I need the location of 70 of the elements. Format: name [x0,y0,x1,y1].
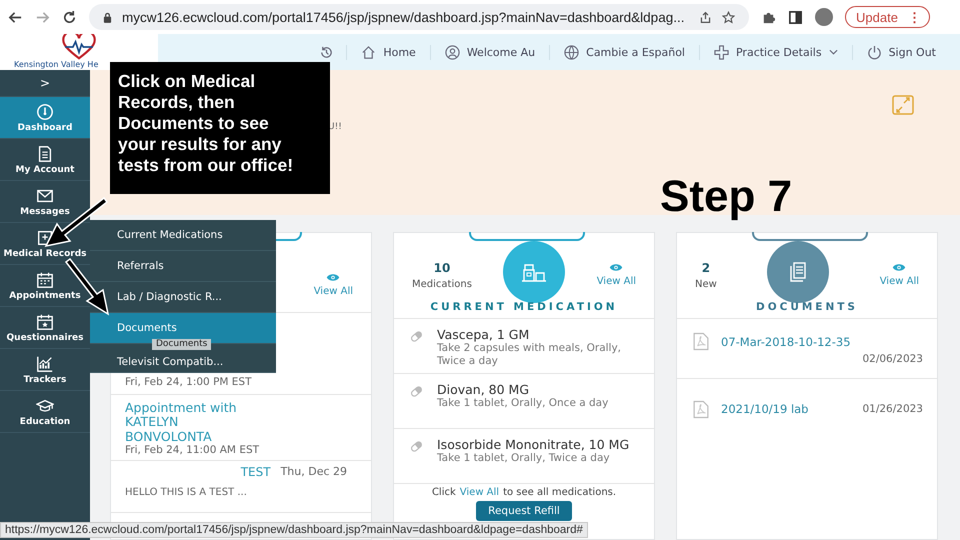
reload-icon[interactable] [62,10,77,24]
appointment-date: Fri, Feb 24, 1:00 PM EST [125,376,253,390]
medication-name: Diovan, 80 MG [437,382,530,397]
request-refill-button[interactable]: Request Refill [476,501,572,521]
view-all-link[interactable]: View All [314,272,353,296]
submenu-item[interactable]: Current Medications [90,220,276,251]
view-all-link[interactable]: View All [460,487,500,498]
pdf-file-icon [693,400,709,418]
nav-link[interactable]: Home [346,44,430,60]
update-button[interactable]: Update ⋮ [845,6,930,28]
heart-logo-icon [60,34,98,60]
medication-instructions: Take 2 capsules with meals, Orally, Twice a day [437,342,622,368]
address-bar[interactable]: mycw126.ecwcloud.com/portal17456/jsp/jspnew/dashboard.jsp?mainNav=dashboard&ldpag... [89,4,749,30]
chevron-down-icon [828,49,838,55]
eye-icon [892,263,906,272]
pdf-file-icon [693,332,709,351]
chart-icon [36,354,54,372]
document-link[interactable]: 07-Mar-2018-10-12-35 [721,334,923,348]
callout-box: Click on Medical Records, then Documents to see your results for any tests from our office! [110,62,330,194]
view-all-link[interactable]: View All [596,263,636,287]
back-icon[interactable] [8,10,23,24]
history-icon[interactable] [319,44,334,60]
card-title: DOCUMENTS [677,293,937,319]
count-label: New [695,278,717,290]
eye-icon [609,263,624,272]
medication-instructions: Take 1 tablet, Orally, Twice a day [437,452,611,466]
globe-icon [564,44,580,60]
tooltip: Documents [152,339,212,350]
user-icon [444,44,460,60]
calendar-icon [36,270,54,288]
sidebar-item[interactable]: Education [0,391,90,433]
pill-icon [410,440,423,453]
medication-name: Vascepa, 1 GM [437,327,530,342]
view-all-link[interactable]: View All [880,263,919,287]
submenu-item[interactable]: Referrals [90,251,276,282]
document-icon [36,144,54,162]
card-title: CURRENT MEDICATION [394,293,654,319]
share-icon[interactable] [699,10,712,24]
nav-link[interactable]: Practice Details [698,44,852,60]
eye-icon [326,272,340,282]
nav-link[interactable]: Cambie a Español [549,44,699,60]
nav-link[interactable]: Sign Out [852,44,950,60]
star-icon[interactable] [722,10,735,24]
power-icon [866,44,882,60]
appointment-date: Fri, Feb 24, 11:00 AM EST [125,444,260,458]
count-label: Medications [412,278,472,290]
profile-avatar[interactable] [815,8,833,26]
pill-icon [410,330,423,343]
plus-icon [714,44,729,60]
sidebar-item[interactable]: Dashboard [0,97,90,139]
document-date: 01/26/2023 [862,403,923,415]
home-icon [361,44,376,60]
practice-name: Kensington Valley He [13,60,98,69]
document-count: 2 [702,260,710,274]
medication-instructions: Take 1 tablet, Orally, Once a day [437,397,608,410]
message-date: Thu, Dec 29 [280,465,347,480]
message-preview: HELLO THIS IS A TEST ... [125,487,248,498]
step-label: Step 7 [660,172,792,222]
nav-link[interactable]: Welcome Au [430,44,550,60]
document-link[interactable]: 2021/10/19 lab [721,402,850,416]
pill-icon [410,385,423,398]
footer-text: Click [432,487,456,498]
medication-count: 10 [434,260,450,274]
lock-icon [103,12,112,22]
sidebar-icon[interactable] [788,10,803,24]
status-bar-url: https://mycw126.ecwcloud.com/portal17456/jsp/jspnew/dashboard.jsp?mainNav=dashboard&ldpage=dashboard# [0,522,588,538]
medication-name: Isosorbide Mononitrate, 10 MG [437,437,630,452]
document-date: 02/06/2023 [861,353,923,365]
dashboard-icon [36,102,54,120]
footer-text: to see all medications. [503,487,616,498]
